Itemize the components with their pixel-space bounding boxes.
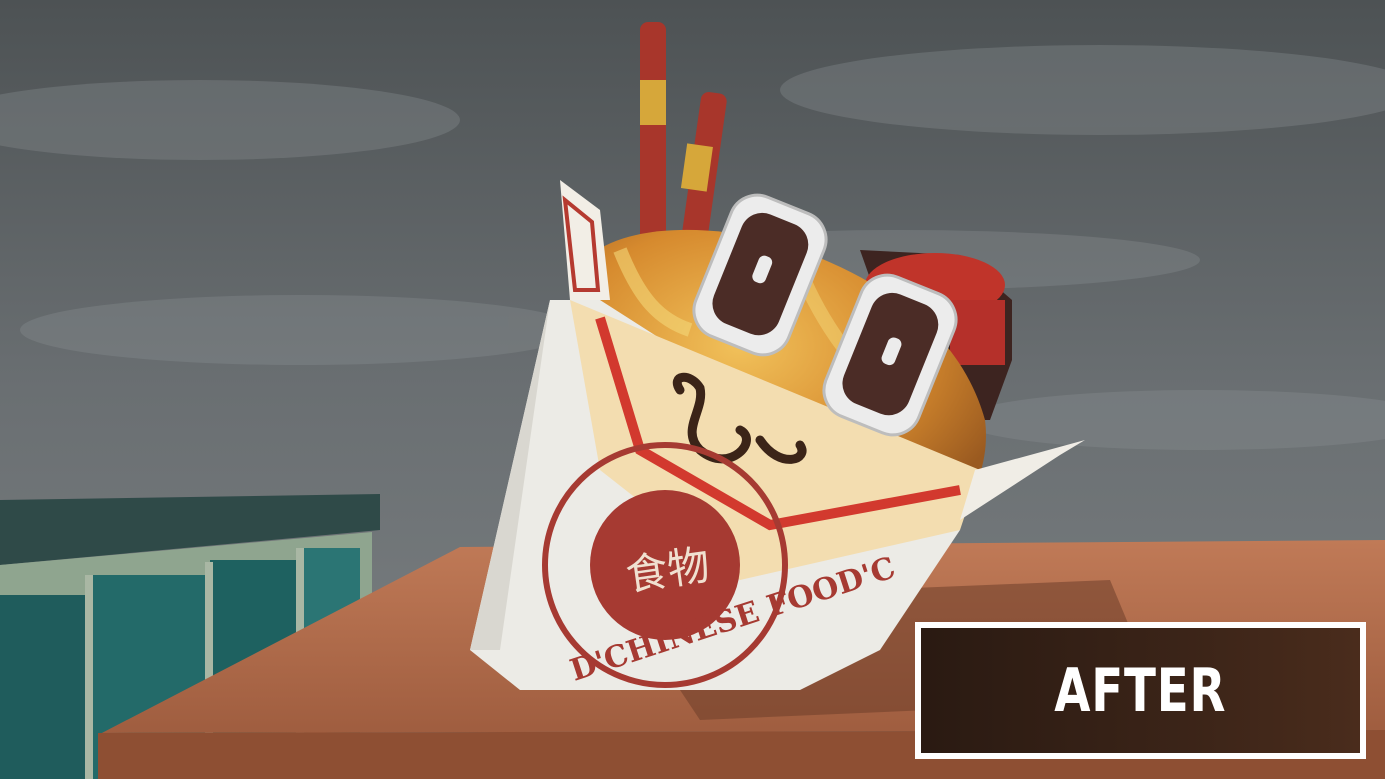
after-label-text: AFTER <box>1054 655 1227 726</box>
after-label: AFTER <box>915 622 1366 759</box>
